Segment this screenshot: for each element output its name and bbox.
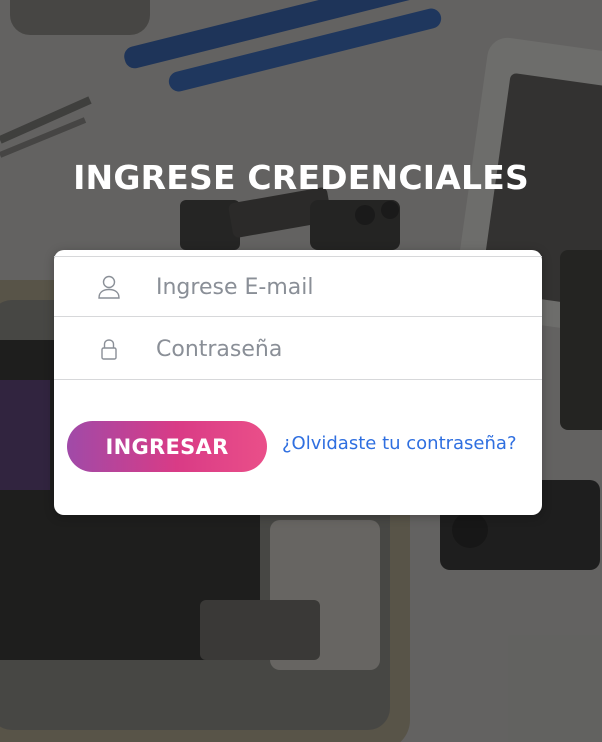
- user-icon: [98, 275, 120, 299]
- password-input[interactable]: [154, 318, 528, 381]
- lock-icon: [101, 338, 117, 360]
- password-field-row: [54, 318, 542, 381]
- email-input[interactable]: [154, 257, 528, 318]
- email-field-row: [54, 256, 542, 318]
- login-card: INGRESAR ¿Olvidaste tu contraseña?: [54, 250, 542, 515]
- login-button[interactable]: INGRESAR: [67, 421, 267, 472]
- page-title: INGRESE CREDENCIALES: [73, 158, 529, 197]
- forgot-password-link[interactable]: ¿Olvidaste tu contraseña?: [282, 433, 517, 454]
